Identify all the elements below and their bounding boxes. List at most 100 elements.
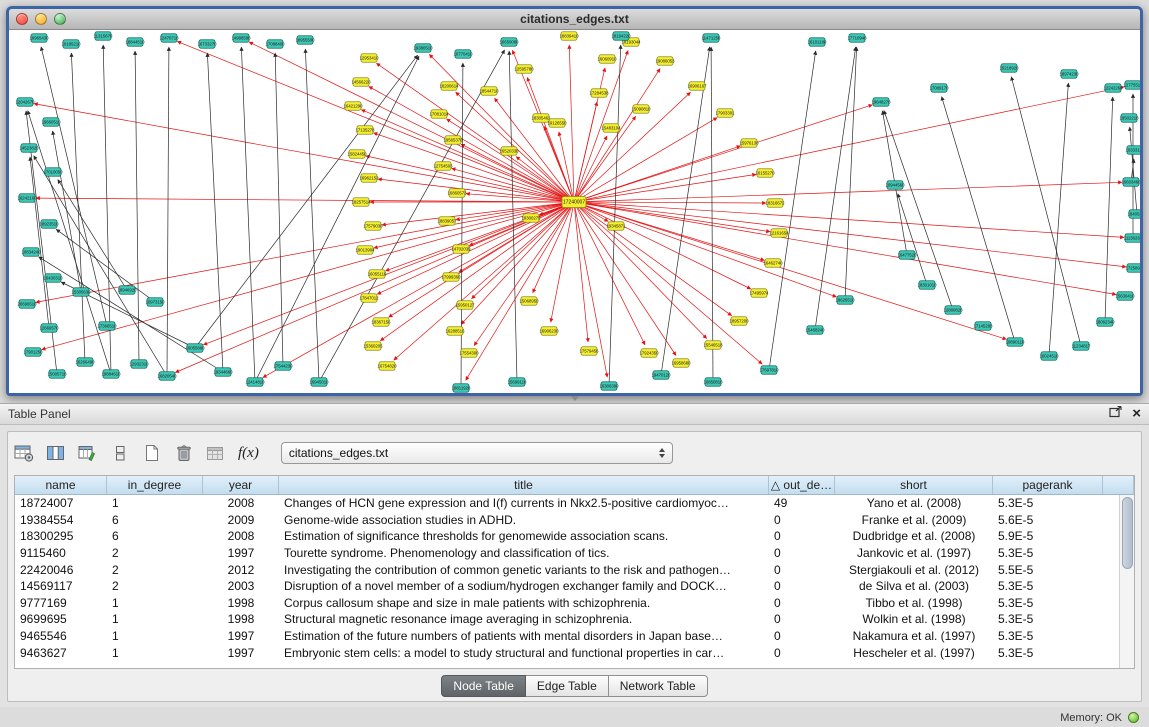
column-header-year[interactable]: year	[203, 476, 279, 494]
table-row[interactable]: 946554611997Estimation of the future num…	[15, 628, 1119, 645]
table-cell-pagerank[interactable]: 5.9E-5	[993, 529, 1103, 543]
import-table-icon[interactable]	[206, 441, 226, 465]
table-cell-title[interactable]: Estimation of the future numbers of pati…	[279, 629, 769, 643]
table-cell-year[interactable]: 1997	[203, 546, 279, 560]
tab-edge-table[interactable]: Edge Table	[526, 675, 609, 697]
table-cell-short[interactable]: Tibbo et al. (1998)	[835, 596, 993, 610]
table-cell-pagerank[interactable]: 5.3E-5	[993, 612, 1103, 626]
network-table-select[interactable]: citations_edges.txt	[281, 442, 673, 464]
table-cell-short[interactable]: Stergiakouli et al. (2012)	[835, 563, 993, 577]
table-cell-year[interactable]: 2009	[203, 513, 279, 527]
table-cell-name[interactable]: 9115460	[15, 546, 107, 560]
table-cell-in_degree[interactable]: 2	[107, 579, 203, 593]
table-cell-title[interactable]: Genome-wide association studies in ADHD.	[279, 513, 769, 527]
table-cell-short[interactable]: de Silva et al. (2003)	[835, 579, 993, 593]
table-cell-pagerank[interactable]: 5.3E-5	[993, 546, 1103, 560]
table-cell-year[interactable]: 1998	[203, 596, 279, 610]
table-cell-pagerank[interactable]: 5.5E-5	[993, 563, 1103, 577]
table-cell-year[interactable]: 2003	[203, 579, 279, 593]
column-header-title[interactable]: title	[279, 476, 769, 494]
table-row[interactable]: 1456911722003Disruption of a novel membe…	[15, 578, 1119, 595]
scrollbar-thumb[interactable]	[1122, 497, 1133, 569]
table-cell-name[interactable]: 9463627	[15, 646, 107, 660]
table-row[interactable]: 2242004622012Investigating the contribut…	[15, 561, 1119, 578]
table-cell-title[interactable]: Estimation of significance thresholds fo…	[279, 529, 769, 543]
table-cell-name[interactable]: 9699695	[15, 612, 107, 626]
float-panel-icon[interactable]	[1109, 405, 1122, 423]
column-header-short[interactable]: short	[835, 476, 993, 494]
table-settings-icon[interactable]	[14, 441, 34, 465]
function-builder-icon[interactable]: f(x)	[238, 441, 259, 465]
table-cell-title[interactable]: Tourette syndrome. Phenomenology and cla…	[279, 546, 769, 560]
table-cell-title[interactable]: Embryonic stem cells: a model to study s…	[279, 646, 769, 660]
table-cell-in_degree[interactable]: 2	[107, 546, 203, 560]
table-cell-out_degree[interactable]: 0	[769, 629, 835, 643]
table-row[interactable]: 1830029562008Estimation of significance …	[15, 528, 1119, 545]
table-row[interactable]: 969969511998Structural magnetic resonanc…	[15, 611, 1119, 628]
table-cell-short[interactable]: Franke et al. (2009)	[835, 513, 993, 527]
table-cell-in_degree[interactable]: 1	[107, 596, 203, 610]
delete-column-icon[interactable]	[174, 441, 194, 465]
column-header-pagerank[interactable]: pagerank	[993, 476, 1103, 494]
table-cell-name[interactable]: 18724007	[15, 496, 107, 510]
table-cell-out_degree[interactable]: 0	[769, 612, 835, 626]
zoom-window-button[interactable]	[54, 13, 66, 25]
table-cell-year[interactable]: 2008	[203, 496, 279, 510]
table-cell-short[interactable]: Wolkin et al. (1998)	[835, 612, 993, 626]
table-cell-pagerank[interactable]: 5.3E-5	[993, 579, 1103, 593]
table-cell-out_degree[interactable]: 0	[769, 529, 835, 543]
table-row[interactable]: 1938455462009Genome-wide association stu…	[15, 512, 1119, 529]
table-cell-name[interactable]: 9777169	[15, 596, 107, 610]
table-row[interactable]: 911546021997Tourette syndrome. Phenomeno…	[15, 545, 1119, 562]
table-cell-title[interactable]: Changes of HCN gene expression and I(f) …	[279, 496, 769, 510]
table-cell-in_degree[interactable]: 6	[107, 513, 203, 527]
table-cell-out_degree[interactable]: 0	[769, 596, 835, 610]
table-vertical-scrollbar[interactable]	[1119, 495, 1134, 668]
edit-table-icon[interactable]	[78, 441, 98, 465]
column-header-out_degree[interactable]: △ out_de…	[769, 476, 835, 494]
table-cell-pagerank[interactable]: 5.3E-5	[993, 629, 1103, 643]
table-cell-name[interactable]: 22420046	[15, 563, 107, 577]
table-cell-pagerank[interactable]: 5.3E-5	[993, 496, 1103, 510]
close-window-button[interactable]	[16, 13, 28, 25]
table-cell-out_degree[interactable]: 0	[769, 563, 835, 577]
table-row[interactable]: 946362711997Embryonic stem cells: a mode…	[15, 644, 1119, 661]
table-cell-in_degree[interactable]: 1	[107, 629, 203, 643]
table-cell-pagerank[interactable]: 5.3E-5	[993, 646, 1103, 660]
table-cell-short[interactable]: Dudbridge et al. (2008)	[835, 529, 993, 543]
table-cell-year[interactable]: 2012	[203, 563, 279, 577]
table-cell-short[interactable]: Nakamura et al. (1997)	[835, 629, 993, 643]
tab-node-table[interactable]: Node Table	[441, 675, 526, 697]
table-cell-year[interactable]: 2008	[203, 529, 279, 543]
table-cell-year[interactable]: 1997	[203, 646, 279, 660]
network-graph[interactable]: 1724000718305461154831041830027519345871…	[9, 30, 1140, 393]
table-cell-in_degree[interactable]: 6	[107, 529, 203, 543]
table-cell-out_degree[interactable]: 0	[769, 513, 835, 527]
table-cell-short[interactable]: Hescheler et al. (1997)	[835, 646, 993, 660]
table-cell-in_degree[interactable]: 2	[107, 563, 203, 577]
window-titlebar[interactable]: citations_edges.txt	[9, 9, 1140, 30]
column-header-name[interactable]: name	[15, 476, 107, 494]
close-panel-icon[interactable]: ×	[1132, 407, 1141, 421]
table-cell-year[interactable]: 1998	[203, 612, 279, 626]
table-cell-short[interactable]: Jankovic et al. (1997)	[835, 546, 993, 560]
table-cell-name[interactable]: 19384554	[15, 513, 107, 527]
table-cell-pagerank[interactable]: 5.3E-5	[993, 596, 1103, 610]
table-cell-short[interactable]: Yano et al. (2008)	[835, 496, 993, 510]
rows-icon[interactable]	[110, 441, 130, 465]
tab-network-table[interactable]: Network Table	[609, 675, 708, 697]
table-cell-out_degree[interactable]: 49	[769, 496, 835, 510]
table-cell-name[interactable]: 14569117	[15, 579, 107, 593]
table-cell-out_degree[interactable]: 0	[769, 646, 835, 660]
column-header-in_degree[interactable]: in_degree	[107, 476, 203, 494]
new-column-icon[interactable]	[142, 441, 162, 465]
table-cell-in_degree[interactable]: 1	[107, 612, 203, 626]
table-cell-name[interactable]: 9465546	[15, 629, 107, 643]
table-cell-in_degree[interactable]: 1	[107, 496, 203, 510]
table-cell-pagerank[interactable]: 5.6E-5	[993, 513, 1103, 527]
table-cell-title[interactable]: Structural magnetic resonance image aver…	[279, 612, 769, 626]
select-columns-icon[interactable]	[46, 441, 66, 465]
table-cell-name[interactable]: 18300295	[15, 529, 107, 543]
table-row[interactable]: 977716911998Corpus callosum shape and si…	[15, 595, 1119, 612]
table-cell-title[interactable]: Investigating the contribution of common…	[279, 563, 769, 577]
